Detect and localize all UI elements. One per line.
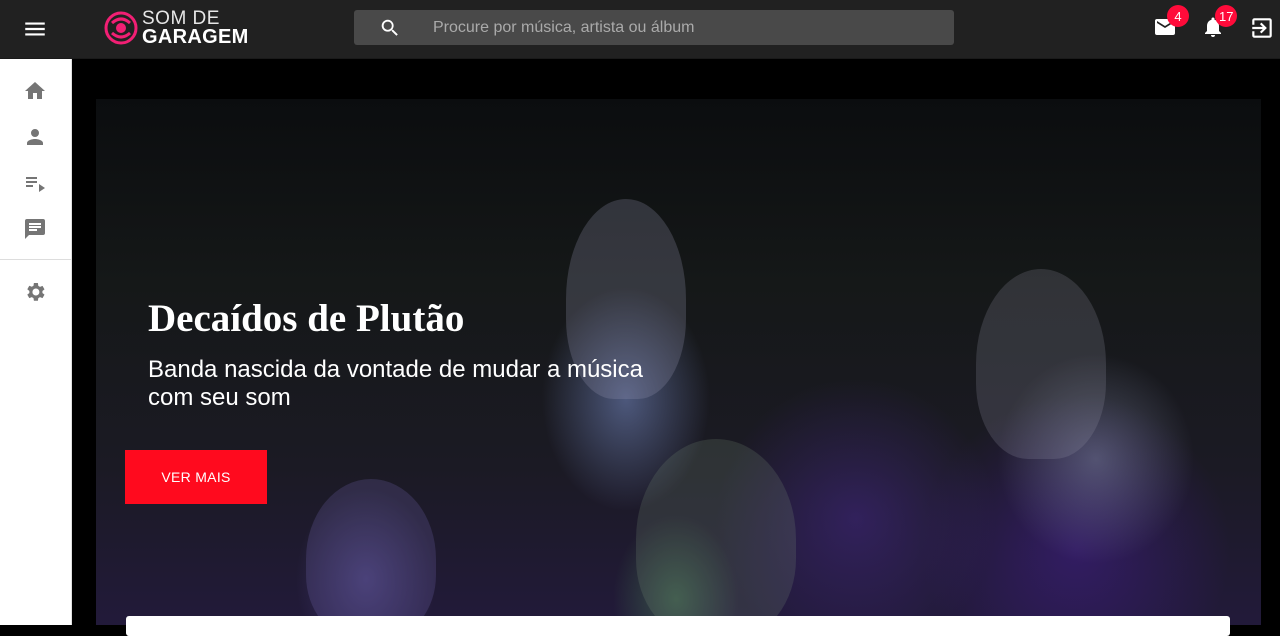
content-card <box>126 616 1230 636</box>
search-icon[interactable] <box>379 17 401 39</box>
hero-title: Decaídos de Plutão <box>148 297 465 340</box>
hero-banner: Decaídos de Plutão Banda nascida da vont… <box>96 99 1261 625</box>
sidebar <box>0 59 72 625</box>
hero-photo-figure <box>976 269 1106 459</box>
playlist-icon[interactable] <box>23 171 47 195</box>
gear-icon[interactable] <box>23 280 47 304</box>
home-icon[interactable] <box>23 79 47 103</box>
logo-mark-icon <box>104 11 138 45</box>
top-app-bar: SOM DE GARAGEM 4 17 <box>0 0 1280 59</box>
hero-photo-figure <box>636 439 796 625</box>
hero-subtitle: Banda nascida da vontade de mudar a músi… <box>148 356 643 411</box>
search-bar <box>354 10 954 45</box>
main-content: Decaídos de Plutão Banda nascida da vont… <box>72 59 1280 625</box>
chat-icon[interactable] <box>23 217 47 241</box>
messages-button[interactable]: 4 <box>1153 5 1189 41</box>
menu-icon[interactable] <box>22 16 48 42</box>
logo[interactable]: SOM DE GARAGEM <box>104 9 249 47</box>
person-icon[interactable] <box>23 125 47 149</box>
logo-text-bottom: GARAGEM <box>142 26 249 48</box>
hero-photo-figure <box>306 479 436 625</box>
messages-badge: 4 <box>1167 5 1189 27</box>
notifications-button[interactable]: 17 <box>1201 5 1238 41</box>
notifications-badge: 17 <box>1215 5 1238 27</box>
ver-mais-button[interactable]: VER MAIS <box>125 450 267 504</box>
logout-icon[interactable] <box>1249 15 1275 41</box>
sidebar-divider <box>0 259 72 260</box>
search-input[interactable] <box>433 18 913 37</box>
